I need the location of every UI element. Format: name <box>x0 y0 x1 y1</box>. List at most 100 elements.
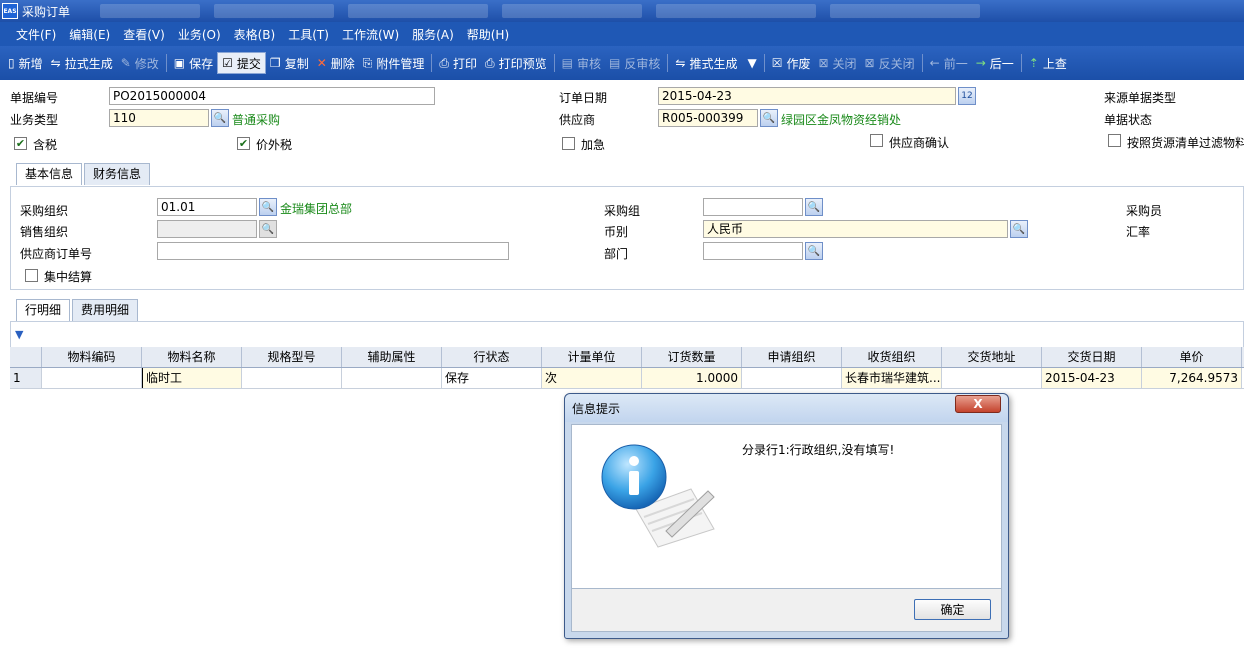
grid-cell[interactable] <box>942 368 1042 388</box>
tab-finance-info[interactable]: 财务信息 <box>84 163 151 185</box>
extra-tax-label: 价外税 <box>256 138 293 152</box>
tab-line-detail[interactable]: 行明细 <box>16 299 71 321</box>
unclose-bill-button[interactable]: ⊠ 反关闭 <box>861 52 919 74</box>
column-header[interactable]: 订货数量 <box>642 347 742 367</box>
save-button[interactable]: ▣ 保存 <box>170 52 217 74</box>
sales-org-field[interactable] <box>157 220 257 238</box>
menu-service[interactable]: 服务(A) <box>412 26 454 43</box>
upcheck-button[interactable]: ⇡ 上查 <box>1025 52 1071 74</box>
menu-help[interactable]: 帮助(H) <box>467 26 509 43</box>
tax-checkbox[interactable]: ✔ <box>14 137 27 150</box>
column-header[interactable]: 计量单位 <box>542 347 642 367</box>
lookup-icon[interactable]: 🔍 <box>259 198 277 216</box>
grid-cell[interactable] <box>742 368 842 388</box>
purchase-group-field[interactable] <box>703 198 803 216</box>
filter-triangle-icon[interactable]: ▼ <box>15 328 23 341</box>
menu-workflow[interactable]: 工作流(W) <box>342 26 399 43</box>
grid-cell[interactable]: 临时工 <box>142 368 242 388</box>
next-button[interactable]: → 后一 <box>972 52 1018 74</box>
background-tab <box>214 4 335 18</box>
column-header[interactable]: 物料名称 <box>142 347 242 367</box>
grid-cell[interactable]: 7,264.9573 <box>1142 368 1242 388</box>
lookup-icon[interactable]: 🔍 <box>760 109 778 127</box>
lookup-icon[interactable]: 🔍 <box>211 109 229 127</box>
ok-button[interactable]: 确定 <box>914 599 991 620</box>
central-settle-checkbox[interactable] <box>25 269 38 282</box>
grid-cell[interactable]: 次 <box>542 368 642 388</box>
biz-type-label: 业务类型 <box>10 113 59 127</box>
close-bill-button[interactable]: ⊠ 关闭 <box>814 52 860 74</box>
copy-button[interactable]: ❐ 复制 <box>266 52 313 74</box>
unaudit-button[interactable]: ▤ 反审核 <box>605 52 664 74</box>
delete-icon: ✕ <box>316 56 327 70</box>
purchase-org-field[interactable]: 01.01 <box>157 198 257 216</box>
push-icon: ⇋ <box>675 56 686 70</box>
arrow-right-icon: → <box>975 56 986 70</box>
menu-tools[interactable]: 工具(T) <box>288 26 329 43</box>
dropdown-arrow-icon[interactable]: ▼ <box>747 56 756 70</box>
submit-icon: ☑ <box>222 56 233 70</box>
previous-button[interactable]: ← 前一 <box>926 52 972 74</box>
modify-button[interactable]: ✎ 修改 <box>117 52 163 74</box>
filter-by-source-checkbox[interactable] <box>1108 134 1121 147</box>
print-preview-icon: ⎙ <box>485 55 495 70</box>
supplier-field[interactable]: R005-000399 <box>658 109 758 127</box>
table-row[interactable]: 1 临时工 保存 次 1.0000 长春市瑞华建筑... 2015-04-23 … <box>10 368 1244 389</box>
supplier-order-no-field[interactable] <box>157 242 509 260</box>
calendar-icon[interactable]: 12 <box>958 87 976 105</box>
menu-file[interactable]: 文件(F) <box>16 26 56 43</box>
grid-cell[interactable]: 1.0000 <box>642 368 742 388</box>
grid-cell[interactable]: 2015-04-23 <box>1042 368 1142 388</box>
column-header[interactable]: 单价 <box>1142 347 1242 367</box>
lookup-icon[interactable]: 🔍 <box>259 220 277 238</box>
new-button[interactable]: ▯ 新增 <box>4 52 47 74</box>
menu-business[interactable]: 业务(O) <box>178 26 221 43</box>
column-header[interactable]: 交货日期 <box>1042 347 1142 367</box>
order-date-field[interactable]: 2015-04-23 <box>658 87 956 105</box>
tab-basic-info[interactable]: 基本信息 <box>16 163 83 185</box>
column-header[interactable]: 收货组织 <box>842 347 942 367</box>
lookup-icon[interactable]: 🔍 <box>805 242 823 260</box>
grid-cell[interactable] <box>242 368 342 388</box>
column-header[interactable]: 交货地址 <box>942 347 1042 367</box>
print-button[interactable]: ⎙ 打印 <box>435 52 481 74</box>
biz-type-field[interactable]: 110 <box>109 109 209 127</box>
print-preview-button[interactable]: ⎙ 打印预览 <box>481 52 551 74</box>
grid-cell[interactable] <box>42 368 142 388</box>
grid-cell[interactable]: 保存 <box>442 368 542 388</box>
grid-cell[interactable] <box>342 368 442 388</box>
dialog-titlebar: 信息提示 <box>565 394 1008 422</box>
department-field[interactable] <box>703 242 803 260</box>
void-button[interactable]: ☒ 作废 <box>768 52 815 74</box>
dialog-close-button[interactable]: X <box>955 395 1001 413</box>
push-generate-button[interactable]: ⇋ 推式生成 ▼ <box>671 52 760 74</box>
attachment-button[interactable]: ⎘ 附件管理 <box>359 52 429 74</box>
row-number[interactable]: 1 <box>10 368 42 388</box>
column-header[interactable]: 申请组织 <box>742 347 842 367</box>
urgent-checkbox[interactable] <box>562 137 575 150</box>
currency-field[interactable]: 人民币 <box>703 220 1008 238</box>
menu-view[interactable]: 查看(V) <box>123 26 165 43</box>
submit-button[interactable]: ☑ 提交 <box>217 52 266 74</box>
dialog-title: 信息提示 <box>572 401 621 416</box>
audit-button[interactable]: ▤ 审核 <box>558 52 605 74</box>
delete-button[interactable]: ✕ 删除 <box>313 52 359 74</box>
bill-no-field[interactable]: PO2015000004 <box>109 87 435 105</box>
new-doc-icon: ▯ <box>8 56 15 70</box>
menu-edit[interactable]: 编辑(E) <box>69 26 110 43</box>
info-dialog: 信息提示 X 分录行1:行政组织,没有填写! 确定 <box>564 393 1009 639</box>
tab-cost-detail[interactable]: 费用明细 <box>72 299 139 321</box>
menu-table[interactable]: 表格(B) <box>234 26 276 43</box>
grid-cell[interactable]: 长春市瑞华建筑... <box>842 368 942 388</box>
extra-tax-checkbox[interactable]: ✔ <box>237 137 250 150</box>
column-header[interactable] <box>10 347 42 367</box>
pull-generate-button[interactable]: ⇋ 拉式生成 <box>47 52 117 74</box>
column-header[interactable]: 辅助属性 <box>342 347 442 367</box>
column-header[interactable]: 物料编码 <box>42 347 142 367</box>
lookup-icon[interactable]: 🔍 <box>805 198 823 216</box>
column-header[interactable]: 行状态 <box>442 347 542 367</box>
lookup-icon[interactable]: 🔍 <box>1010 220 1028 238</box>
supplier-confirm-checkbox[interactable] <box>870 134 883 147</box>
currency-label: 币别 <box>604 225 629 239</box>
column-header[interactable]: 规格型号 <box>242 347 342 367</box>
